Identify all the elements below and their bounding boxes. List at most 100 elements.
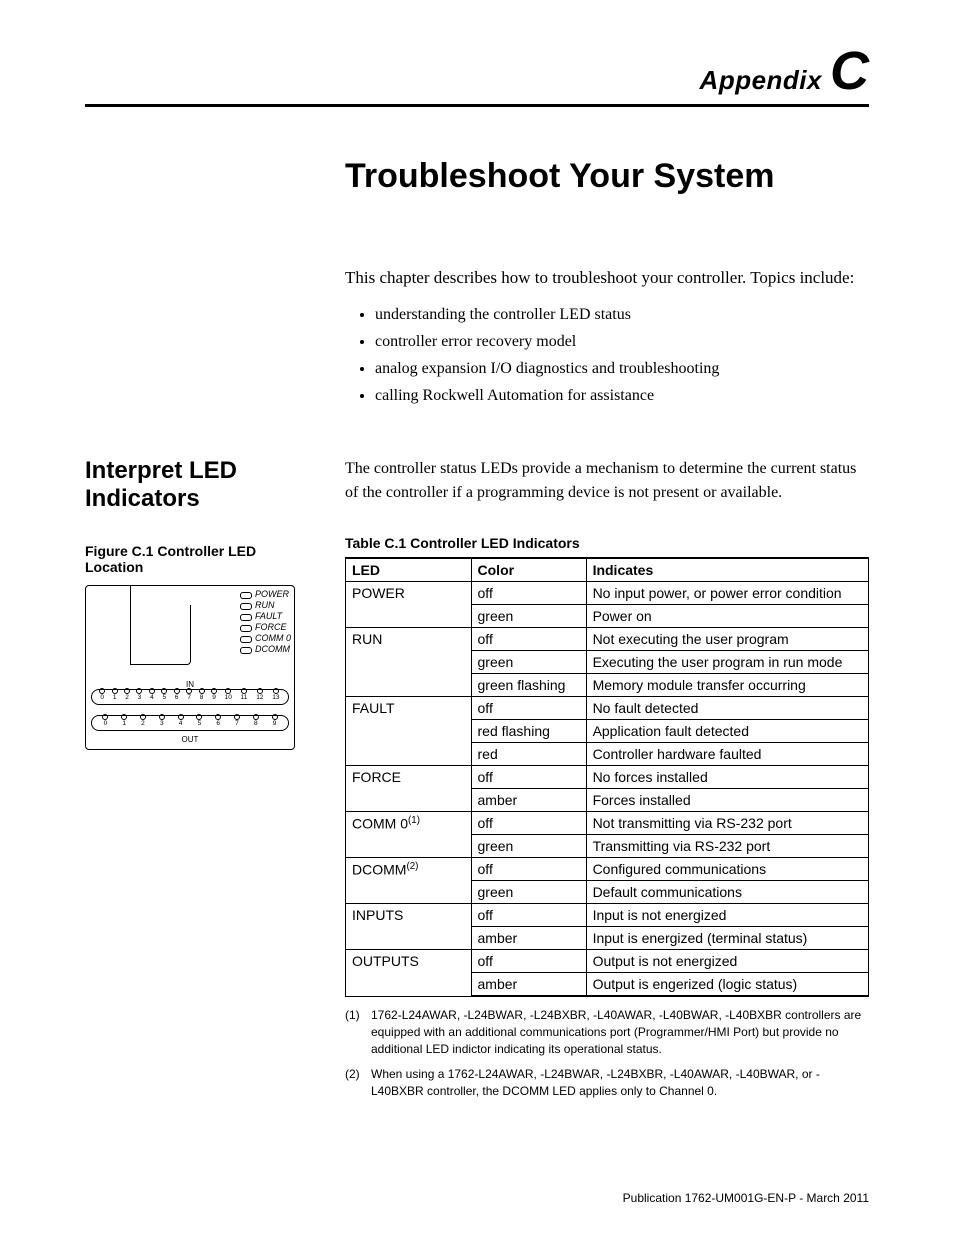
table-header-row: LED Color Indicates [346,558,869,582]
cell-led: FORCE [346,766,472,812]
section-heading: Interpret LED Indicators [85,457,315,513]
cell-color: red [471,743,586,766]
cell-color: green [471,881,586,904]
cell-color: off [471,904,586,927]
io-pin: 5 [163,694,167,701]
io-pin: 13 [272,694,279,701]
io-pin: 11 [241,694,248,701]
io-pin: 4 [179,720,183,727]
cell-color: amber [471,927,586,950]
led-table: LED Color Indicates POWERoffNo input pow… [345,557,869,997]
left-column: Interpret LED Indicators Figure C.1 Cont… [85,457,315,1107]
cell-color: green [471,651,586,674]
cell-indicates: Application fault detected [586,720,868,743]
cell-led: DCOMM(2) [346,858,472,904]
footnote: (1) 1762-L24AWAR, -L24BWAR, -L24BXBR, -L4… [345,1007,869,1057]
section-interpret-led: Interpret LED Indicators Figure C.1 Cont… [85,457,869,1107]
led-label: RUN [240,600,291,611]
footnote-text: When using a 1762-L24AWAR, -L24BWAR, -L2… [371,1066,869,1100]
cell-indicates: Not transmitting via RS-232 port [586,812,868,835]
cell-color: amber [471,973,586,997]
table-row: COMM 0(1)offNot transmitting via RS-232 … [346,812,869,835]
table-row: INPUTSoffInput is not energized [346,904,869,927]
cell-color: off [471,628,586,651]
header-rule [85,104,869,107]
table-row: RUNoffNot executing the user program [346,628,869,651]
table-row: FAULToffNo fault detected [346,697,869,720]
table-row: OUTPUTSoffOutput is not energized [346,950,869,973]
footnote-text: 1762-L24AWAR, -L24BWAR, -L24BXBR, -L40AW… [371,1007,869,1057]
intro-text: This chapter describes how to troublesho… [345,266,869,291]
io-pin: 1 [113,694,117,701]
table-row: FORCEoffNo forces installed [346,766,869,789]
right-column: The controller status LEDs provide a mec… [345,457,869,1107]
table-caption: Table C.1 Controller LED Indicators [345,535,869,551]
io-pin: 7 [187,694,191,701]
cell-indicates: Controller hardware faulted [586,743,868,766]
io-pin: 2 [141,720,145,727]
input-led-strip: 012345678910111213 [91,689,289,705]
cell-color: amber [471,789,586,812]
th-color: Color [471,558,586,582]
cell-indicates: No fault detected [586,697,868,720]
cell-color: green [471,835,586,858]
io-pin: 2 [125,694,129,701]
controller-led-labels: POWER RUN FAULT FORCE COMM 0 DCOMM [240,589,291,655]
controller-diagram: POWER RUN FAULT FORCE COMM 0 DCOMM IN 01… [85,585,295,750]
cell-color: green [471,605,586,628]
cell-indicates: Power on [586,605,868,628]
intro-bullet: analog expansion I/O diagnostics and tro… [375,357,869,380]
io-pin: 12 [256,694,263,701]
led-label: DCOMM [240,644,291,655]
appendix-letter: C [830,40,869,102]
page: Appendix C Troubleshoot Your System This… [0,0,954,1235]
io-pin: 5 [198,720,202,727]
figure-caption: Figure C.1 Controller LED Location [85,543,315,575]
cell-color: off [471,950,586,973]
th-indicates: Indicates [586,558,868,582]
footnote-num: (2) [345,1066,363,1100]
cell-led: RUN [346,628,472,697]
cell-indicates: No forces installed [586,766,868,789]
cell-indicates: Memory module transfer occurring [586,674,868,697]
io-pin: 0 [104,720,108,727]
io-pin: 8 [200,694,204,701]
cell-led: FAULT [346,697,472,766]
io-pin: 9 [273,720,277,727]
cell-color: red flashing [471,720,586,743]
cell-indicates: Configured communications [586,858,868,881]
page-title: Troubleshoot Your System [345,157,869,196]
io-pin: 9 [212,694,216,701]
cell-indicates: Forces installed [586,789,868,812]
io-pin: 4 [150,694,154,701]
io-pin: 3 [138,694,142,701]
intro-bullet: controller error recovery model [375,330,869,353]
table-row: POWERoffNo input power, or power error c… [346,582,869,605]
th-led: LED [346,558,472,582]
cell-color: off [471,812,586,835]
io-pin: 10 [225,694,232,701]
footnote-num: (1) [345,1007,363,1057]
cell-color: off [471,697,586,720]
cell-indicates: Input is not energized [586,904,868,927]
cell-color: off [471,858,586,881]
led-label: FORCE [240,622,291,633]
section-lead: The controller status LEDs provide a mec… [345,457,869,505]
io-pin: 3 [160,720,164,727]
out-label: OUT [182,735,199,744]
io-pin: 7 [235,720,239,727]
cell-indicates: Not executing the user program [586,628,868,651]
cell-indicates: Input is energized (terminal status) [586,927,868,950]
intro-list: understanding the controller LED status … [345,303,869,408]
cell-indicates: Executing the user program in run mode [586,651,868,674]
intro-bullet: calling Rockwell Automation for assistan… [375,384,869,407]
led-label: FAULT [240,611,291,622]
io-pin: 1 [122,720,126,727]
cell-indicates: Default communications [586,881,868,904]
cell-led: COMM 0(1) [346,812,472,858]
cell-led: INPUTS [346,904,472,950]
led-label: COMM 0 [240,633,291,644]
cell-indicates: Output is engerized (logic status) [586,973,868,997]
appendix-header: Appendix C [85,40,869,102]
controller-cut [131,605,191,665]
